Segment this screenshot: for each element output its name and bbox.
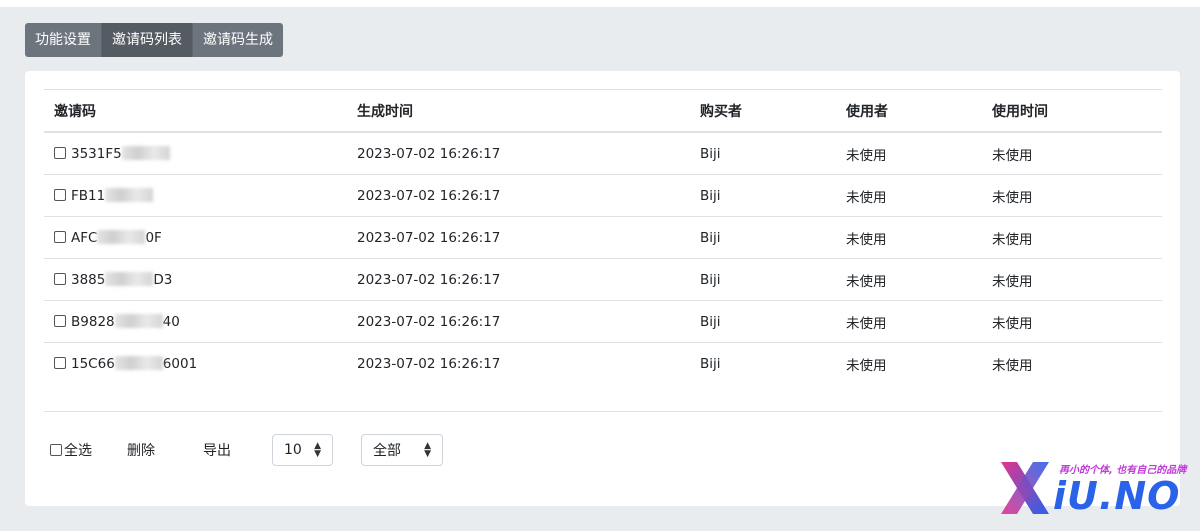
code-start: AFC [71,229,98,246]
code-end: 40 [162,313,180,330]
select-all-checkbox[interactable]: 全选 [50,440,92,460]
invite-code-cell: B9828 40 [44,300,347,343]
redacted-mask [121,145,170,160]
invite-code-cell: 15C66 6001 [44,342,347,384]
footer-divider [44,411,1162,412]
select-all-box[interactable] [50,444,62,456]
row-checkbox[interactable] [54,230,66,243]
used-time-cell: 未使用 [982,342,1162,384]
generated-time-cell: 2023-07-02 16:26:17 [347,131,690,175]
table-footer: 全选 删除 导出 10 ▲ ▼ 全部 ▲ ▼ [50,433,471,467]
code-end: D3 [153,271,173,288]
page-size-select[interactable]: 10 ▲ ▼ [272,434,333,466]
used-time-cell: 未使用 [982,300,1162,343]
buyer-cell: Biji [690,258,836,301]
row-checkbox[interactable] [54,188,66,201]
header-user: 使用者 [836,89,982,133]
generated-time-cell: 2023-07-02 16:26:17 [347,300,690,343]
row-checkbox[interactable] [54,314,66,327]
filter-value: 全部 [373,443,401,459]
code-start: 3885 [71,271,106,288]
invite-code-table: 邀请码 生成时间 购买者 使用者 使用时间 3531F5 2023-07-02 … [44,89,1162,384]
code-end: 0F [145,229,162,246]
row-checkbox[interactable] [54,146,66,159]
x-logo-icon [1001,462,1049,514]
header-invite-code: 邀请码 [44,89,347,133]
tab-bar: 功能设置 邀请码列表 邀请码生成 [25,23,283,57]
generated-time-cell: 2023-07-02 16:26:17 [347,174,690,217]
select-all-label: 全选 [64,443,92,459]
tab-function-settings[interactable]: 功能设置 [25,23,101,57]
filter-select[interactable]: 全部 ▲ ▼ [361,434,443,466]
invite-code-cell: AFC 0F [44,216,347,259]
buyer-cell: Biji [690,342,836,384]
page-size-value: 10 [284,442,302,458]
header-buyer: 购买者 [690,89,836,133]
header-used-time: 使用时间 [982,89,1162,133]
user-cell: 未使用 [836,174,982,217]
redacted-mask [105,187,154,202]
redacted-mask [105,271,154,286]
row-checkbox[interactable] [54,356,66,369]
buyer-cell: Biji [690,131,836,175]
table-row: 3885 D3 2023-07-02 16:26:17 Biji 未使用 未使用 [44,258,1162,301]
watermark-word: iU.NO [1053,474,1181,518]
table-row: 15C66 6001 2023-07-02 16:26:17 Biji 未使用 未… [44,342,1162,384]
user-cell: 未使用 [836,258,982,301]
invite-code-cell: FB11 [44,174,347,217]
table-row: AFC 0F 2023-07-02 16:26:17 Biji 未使用 未使用 [44,216,1162,259]
code-end: 6001 [162,355,198,372]
generated-time-cell: 2023-07-02 16:26:17 [347,216,690,259]
code-start: B9828 [71,313,115,330]
invite-code-cell: 3885 D3 [44,258,347,301]
used-time-cell: 未使用 [982,174,1162,217]
table-header-row: 邀请码 生成时间 购买者 使用者 使用时间 [44,89,1162,133]
buyer-cell: Biji [690,174,836,217]
buyer-cell: Biji [690,216,836,259]
header-generated-time: 生成时间 [347,89,690,133]
user-cell: 未使用 [836,342,982,384]
export-button[interactable]: 导出 [203,440,231,460]
table-row: FB11 2023-07-02 16:26:17 Biji 未使用 未使用 [44,174,1162,217]
user-cell: 未使用 [836,216,982,259]
top-strip [0,0,1200,7]
buyer-cell: Biji [690,300,836,343]
table-row: B9828 40 2023-07-02 16:26:17 Biji 未使用 未使用 [44,300,1162,343]
select-caret-icon: ▲ ▼ [424,441,431,459]
select-caret-icon: ▲ ▼ [314,441,321,459]
delete-button[interactable]: 删除 [127,440,155,460]
invite-code-card: 邀请码 生成时间 购买者 使用者 使用时间 3531F5 2023-07-02 … [25,71,1180,506]
code-start: FB11 [71,187,106,204]
tab-invite-code-list[interactable]: 邀请码列表 [101,23,192,57]
user-cell: 未使用 [836,300,982,343]
code-start: 3531F5 [71,145,122,162]
used-time-cell: 未使用 [982,216,1162,259]
generated-time-cell: 2023-07-02 16:26:17 [347,258,690,301]
used-time-cell: 未使用 [982,258,1162,301]
redacted-mask [114,313,163,328]
watermark-logo: 再小的个体, 也有自己的品牌 iU.NO [997,458,1193,518]
used-time-cell: 未使用 [982,131,1162,175]
redacted-mask [97,229,146,244]
table-row: 3531F5 2023-07-02 16:26:17 Biji 未使用 未使用 [44,131,1162,175]
row-checkbox[interactable] [54,272,66,285]
user-cell: 未使用 [836,131,982,175]
tab-invite-code-generate[interactable]: 邀请码生成 [192,23,283,57]
code-start: 15C66 [71,355,115,372]
generated-time-cell: 2023-07-02 16:26:17 [347,342,690,384]
redacted-mask [114,355,163,370]
invite-code-cell: 3531F5 [44,131,347,175]
